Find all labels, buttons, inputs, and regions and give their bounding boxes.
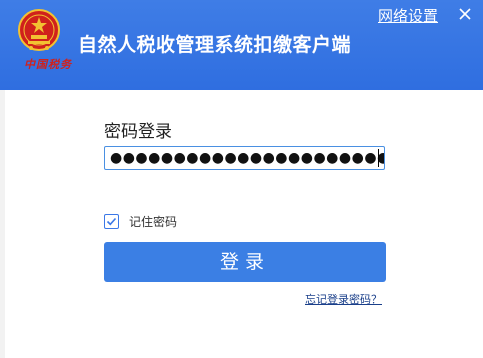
- login-window: 中国税务 自然人税收管理系统扣缴客户端 网络设置 密码登录 ●●●●●●●●●●…: [0, 0, 483, 358]
- login-button[interactable]: 登录: [104, 242, 386, 282]
- network-settings-link[interactable]: 网络设置: [378, 5, 438, 26]
- national-emblem-icon: [18, 9, 60, 51]
- remember-password-label: 记住密码: [129, 214, 178, 229]
- brand-text: 中国税务: [24, 58, 72, 71]
- password-field[interactable]: ●●●●●●●●●●●●●●●●●●●●●●●: [104, 146, 385, 170]
- text-caret: [378, 149, 379, 167]
- header-bar: 中国税务 自然人税收管理系统扣缴客户端 网络设置: [0, 0, 483, 90]
- section-title: 密码登录: [104, 122, 172, 142]
- check-icon: [106, 217, 117, 225]
- close-icon[interactable]: [455, 4, 475, 24]
- app-title: 自然人税收管理系统扣缴客户端: [78, 34, 352, 56]
- remember-row: 记住密码: [104, 212, 177, 230]
- window-left-edge: [0, 90, 5, 358]
- remember-password-checkbox[interactable]: [104, 213, 119, 229]
- password-value: ●●●●●●●●●●●●●●●●●●●●●●●: [110, 150, 385, 166]
- forgot-password-link[interactable]: 忘记登录密码？: [305, 291, 382, 307]
